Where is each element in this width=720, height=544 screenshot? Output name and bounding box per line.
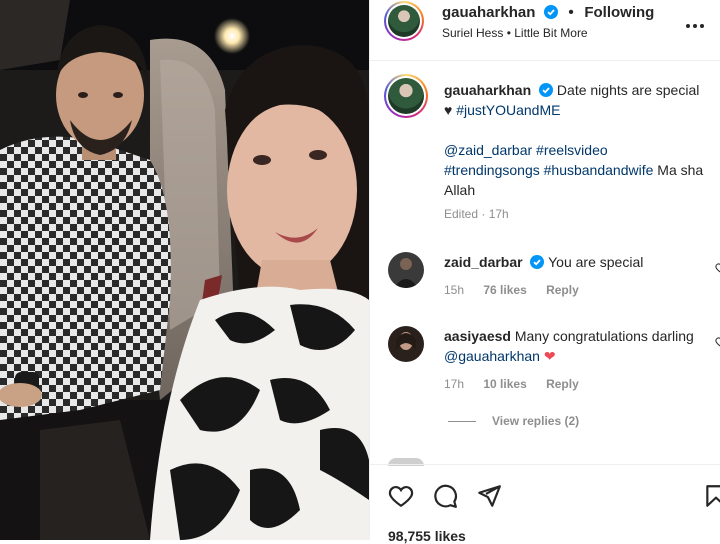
comment-like-icon[interactable] [715,262,720,274]
send-icon[interactable] [476,483,502,509]
commenter-avatar[interactable] [388,252,424,288]
following-button[interactable]: Following [584,4,654,21]
view-replies-label: View replies (2) [492,414,580,428]
comment-username[interactable]: aasiyaesd [444,328,511,344]
verified-badge-icon [539,83,554,97]
more-options-icon[interactable] [683,14,707,38]
audio-separator: • [506,26,511,40]
reply-button[interactable]: Reply [546,283,579,297]
replies-divider [448,421,476,423]
heart-icon[interactable] [388,483,414,509]
post-header: gauaharkhan • Following Suriel Hess • Li… [370,0,720,61]
author-avatar[interactable] [384,1,424,41]
audio-artist: Suriel Hess [442,26,504,40]
comment-time: 17h [444,377,465,391]
hashtag-link[interactable]: #justYOUandME [456,102,560,118]
comment-mention[interactable]: @gauaharkhan [444,348,540,364]
caption-avatar[interactable] [384,74,428,118]
verified-badge-icon [530,255,545,269]
verified-badge-icon [543,5,558,19]
audio-track: Little Bit More [514,26,588,40]
post-media[interactable] [0,0,369,540]
view-replies-button[interactable]: View replies (2) [448,414,579,428]
audio-info[interactable]: Suriel Hess • Little Bit More [442,26,588,40]
caption-text: gauaharkhan Date nights are special ♥ #j… [444,80,706,224]
comment-text: Many congratulations darling [514,328,694,344]
header-separator: • [568,4,574,21]
comment-likes[interactable]: 76 likes [483,283,526,297]
heart-emoji: ❤ [543,348,556,364]
author-username[interactable]: gauaharkhan [442,4,535,21]
comment-likes[interactable]: 10 likes [483,377,526,391]
commenter-avatar[interactable] [388,326,424,362]
post-photo [0,0,369,540]
comment-like-icon[interactable] [715,336,720,348]
likes-count[interactable]: 98,755 likes [388,528,466,544]
reply-button[interactable]: Reply [546,377,579,391]
caption-username[interactable]: gauaharkhan [444,82,531,98]
bookmark-icon[interactable] [703,483,720,509]
caption-edited-time: Edited · 17h [444,207,509,221]
comment-time: 15h [444,283,465,297]
post-panel: gauaharkhan • Following Suriel Hess • Li… [369,0,720,544]
comment-text: You are special [548,254,644,270]
mention-link[interactable]: @zaid_darbar [444,142,532,158]
comment-username[interactable]: zaid_darbar [444,254,523,270]
comment-icon[interactable] [432,483,458,509]
